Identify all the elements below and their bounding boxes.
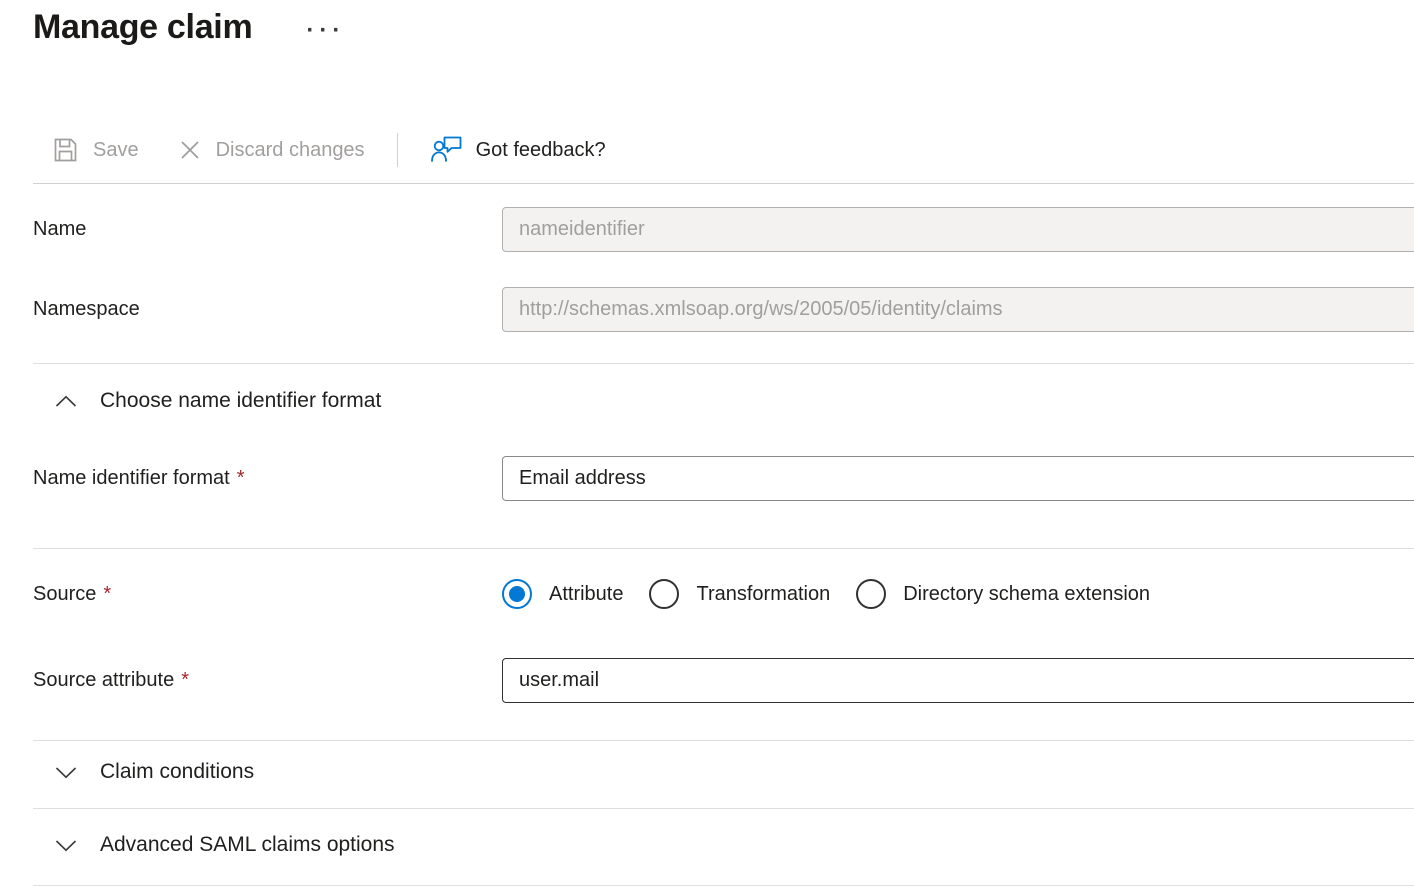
- radio-attribute[interactable]: Attribute: [502, 579, 623, 609]
- name-identifier-format-select[interactable]: [502, 456, 1414, 501]
- section-claim-conditions[interactable]: Claim conditions: [55, 760, 254, 784]
- required-asterisk: *: [181, 669, 189, 691]
- command-toolbar: Save Discard changes Got feedback?: [50, 127, 606, 173]
- name-identifier-format-label: Name identifier format*: [0, 467, 502, 490]
- section-title: Advanced SAML claims options: [100, 833, 395, 857]
- manage-claim-page: Manage claim ··· Save Discard changes: [0, 0, 1414, 896]
- section-advanced-saml-claims-options[interactable]: Advanced SAML claims options: [55, 833, 395, 857]
- chevron-down-icon: [55, 766, 77, 779]
- save-button-label: Save: [93, 139, 139, 162]
- namespace-input[interactable]: [502, 287, 1414, 332]
- namespace-field-row: Namespace: [0, 287, 1414, 332]
- radio-button-icon: [856, 579, 886, 609]
- radio-label: Attribute: [549, 583, 623, 606]
- x-cross-icon: [177, 137, 203, 163]
- source-attribute-input[interactable]: [502, 658, 1414, 703]
- radio-button-icon: [649, 579, 679, 609]
- source-attribute-label: Source attribute*: [0, 669, 502, 692]
- name-field-row: Name: [0, 207, 1414, 252]
- toolbar-divider: [397, 133, 398, 167]
- source-field-row: Source* Attribute Transformation Directo…: [0, 571, 1414, 617]
- divider: [33, 183, 1414, 184]
- section-title: Choose name identifier format: [100, 389, 381, 413]
- feedback-button-label: Got feedback?: [476, 139, 606, 162]
- save-icon: [50, 135, 80, 165]
- divider: [33, 363, 1414, 364]
- namespace-label: Namespace: [0, 298, 502, 321]
- discard-button-label: Discard changes: [216, 139, 365, 162]
- name-identifier-format-row: Name identifier format*: [0, 455, 1414, 501]
- chevron-down-icon: [55, 839, 77, 852]
- discard-changes-button[interactable]: Discard changes: [177, 137, 365, 163]
- page-header: Manage claim ···: [33, 8, 345, 47]
- divider: [33, 548, 1414, 549]
- page-title: Manage claim: [33, 8, 252, 47]
- source-radio-group: Attribute Transformation Directory schem…: [502, 579, 1414, 609]
- radio-label: Transformation: [696, 583, 830, 606]
- save-button[interactable]: Save: [50, 135, 139, 165]
- got-feedback-button[interactable]: Got feedback?: [430, 135, 606, 165]
- divider: [33, 885, 1414, 886]
- source-label: Source*: [0, 583, 502, 606]
- chevron-up-icon: [55, 395, 77, 408]
- divider: [33, 808, 1414, 809]
- section-title: Claim conditions: [100, 760, 254, 784]
- more-options-button[interactable]: ···: [306, 13, 345, 43]
- divider: [33, 740, 1414, 741]
- radio-label: Directory schema extension: [903, 583, 1150, 606]
- required-asterisk: *: [237, 467, 245, 489]
- radio-button-icon: [502, 579, 532, 609]
- name-label: Name: [0, 218, 502, 241]
- section-choose-name-identifier-format[interactable]: Choose name identifier format: [55, 389, 381, 413]
- feedback-icon: [430, 135, 463, 165]
- ellipsis-icon: ···: [306, 17, 345, 44]
- radio-transformation[interactable]: Transformation: [649, 579, 830, 609]
- source-attribute-row: Source attribute*: [0, 657, 1414, 703]
- name-input[interactable]: [502, 207, 1414, 252]
- radio-directory-schema-extension[interactable]: Directory schema extension: [856, 579, 1150, 609]
- required-asterisk: *: [103, 583, 111, 605]
